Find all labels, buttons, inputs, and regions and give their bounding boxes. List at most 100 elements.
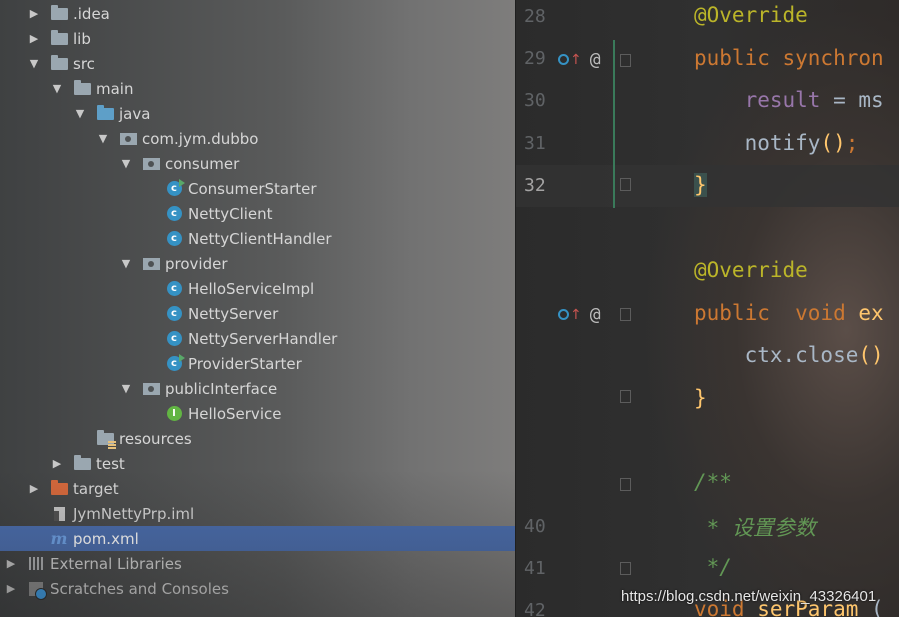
tree-item-label: ProviderStarter	[188, 354, 302, 373]
tree-item-label: consumer	[165, 154, 240, 173]
code-call: notify	[744, 131, 821, 155]
line-number: 40	[524, 516, 546, 537]
fold-icon[interactable]	[620, 390, 631, 403]
tree-item[interactable]: c NettyClientHandler	[0, 226, 515, 251]
code-line[interactable]: result = ms	[694, 88, 884, 112]
code-line[interactable]: @Override	[694, 3, 808, 27]
class-icon: c	[165, 281, 183, 297]
code-line[interactable]: */	[694, 555, 732, 579]
chevron-down-icon[interactable]: ▼	[74, 107, 86, 120]
tree-item[interactable]: ▶ .idea	[0, 1, 515, 26]
code-line[interactable]: /**	[694, 470, 732, 494]
chevron-right-icon[interactable]: ▶	[51, 457, 63, 470]
code-comment: 设置参数	[731, 516, 816, 540]
tree-item[interactable]: ▼ provider	[0, 251, 515, 276]
tree-item[interactable]: I HelloService	[0, 401, 515, 426]
fold-icon[interactable]	[620, 178, 631, 191]
code-keyword: void	[795, 301, 846, 325]
chevron-down-icon[interactable]: ▼	[120, 382, 132, 395]
line-number: 29	[524, 48, 546, 69]
tree-item[interactable]: c NettyClient	[0, 201, 515, 226]
tree-item[interactable]: ▶ test	[0, 451, 515, 476]
fold-icon[interactable]	[620, 54, 631, 67]
tree-item-label: Scratches and Consoles	[50, 579, 229, 598]
tree-item[interactable]: ▼ publicInterface	[0, 376, 515, 401]
chevron-right-icon[interactable]: ▶	[5, 557, 17, 570]
tree-item-label: .idea	[73, 4, 110, 23]
tree-item-label: NettyServerHandler	[188, 329, 338, 348]
chevron-down-icon[interactable]: ▼	[120, 157, 132, 170]
chevron-right-icon[interactable]: ▶	[28, 7, 40, 20]
package-icon	[142, 381, 160, 397]
folder-icon	[73, 79, 91, 97]
override-marker[interactable]: ↑ @	[558, 49, 601, 70]
chevron-right-icon[interactable]: ▶	[28, 32, 40, 45]
chevron-right-icon[interactable]: ▶	[28, 482, 40, 495]
tree-item[interactable]: ▼ main	[0, 76, 515, 101]
libraries-icon	[27, 556, 45, 572]
code-semicolon: ;	[845, 131, 859, 155]
code-line[interactable]: ctx.close()	[694, 343, 884, 367]
chevron-right-icon[interactable]: ▶	[5, 582, 17, 595]
chevron-down-icon[interactable]: ▼	[97, 132, 109, 145]
code-comment: *	[694, 516, 732, 540]
override-icon[interactable]	[558, 54, 569, 65]
tree-item-label: publicInterface	[165, 379, 278, 398]
at-icon[interactable]: @	[590, 304, 601, 325]
watermark-text: https://blog.csdn.net/weixin_43326401	[621, 588, 877, 605]
code-line[interactable]: public synchron	[694, 46, 884, 70]
class-icon: c	[165, 231, 183, 247]
code-paren: ()	[858, 343, 884, 367]
tree-item-label: lib	[73, 29, 91, 48]
chevron-down-icon[interactable]: ▼	[28, 57, 40, 70]
chevron-down-icon[interactable]: ▼	[120, 257, 132, 270]
tree-item[interactable]: c HelloServiceImpl	[0, 276, 515, 301]
project-tree-panel: ▶ .idea ▶ lib ▼ src ▼ main ▼ java ▼ com.jym.dubbo ▼ c…	[0, 0, 515, 617]
tree-item[interactable]: ▶ External Libraries	[0, 551, 515, 576]
tree-item[interactable]: ▼ src	[0, 51, 515, 76]
fold-icon[interactable]	[620, 308, 631, 321]
code-line[interactable]: public void ex	[694, 301, 884, 325]
tree-item[interactable]: c NettyServer	[0, 301, 515, 326]
tree-item[interactable]: ▶ target	[0, 476, 515, 501]
folder-icon	[73, 454, 91, 472]
fold-icon[interactable]	[620, 478, 631, 491]
tree-item-label: java	[119, 104, 151, 123]
line-number: 28	[524, 6, 546, 27]
override-icon[interactable]	[558, 309, 569, 320]
tree-item[interactable]: ▼ com.jym.dubbo	[0, 126, 515, 151]
at-icon[interactable]: @	[590, 49, 601, 70]
code-keyword: synchron	[769, 46, 884, 70]
line-number: 30	[524, 90, 546, 111]
tree-item[interactable]: ▶ Scratches and Consoles	[0, 576, 515, 601]
package-icon	[142, 256, 160, 272]
tree-item[interactable]: c ConsumerStarter	[0, 176, 515, 201]
code-line[interactable]: }	[694, 386, 707, 410]
tree-item[interactable]: m pom.xml	[0, 526, 515, 551]
package-icon	[119, 131, 137, 147]
tree-item[interactable]: JymNettyPrp.iml	[0, 501, 515, 526]
tree-item[interactable]: ▶ lib	[0, 26, 515, 51]
tree-item[interactable]: ▼ java	[0, 101, 515, 126]
tree-item-label: HelloService	[188, 404, 282, 423]
line-number: 41	[524, 558, 546, 579]
tree-item[interactable]: ▼ consumer	[0, 151, 515, 176]
override-marker[interactable]: ↑ @	[558, 304, 601, 325]
tree-item-label: main	[96, 79, 134, 98]
code-text: ex	[845, 301, 884, 325]
code-line[interactable]: notify();	[694, 131, 859, 155]
folder-icon	[50, 54, 68, 72]
chevron-down-icon[interactable]: ▼	[51, 82, 63, 95]
code-line[interactable]: * 设置参数	[694, 512, 816, 542]
editor-gutter[interactable]: 28 29 30 31 32 40 41 42 ↑ @ ↑ @	[516, 0, 636, 617]
code-editor[interactable]: 28 29 30 31 32 40 41 42 ↑ @ ↑ @ @Overrid…	[515, 0, 899, 617]
code-line[interactable]: }	[694, 173, 707, 197]
tree-item[interactable]: resources	[0, 426, 515, 451]
scratches-icon	[27, 581, 47, 600]
tree-item[interactable]: c NettyServerHandler	[0, 326, 515, 351]
runnable-class-icon: c	[165, 179, 185, 197]
fold-icon[interactable]	[620, 562, 631, 575]
excluded-folder-icon	[50, 479, 68, 497]
code-line[interactable]: @Override	[694, 258, 808, 282]
tree-item[interactable]: c ProviderStarter	[0, 351, 515, 376]
